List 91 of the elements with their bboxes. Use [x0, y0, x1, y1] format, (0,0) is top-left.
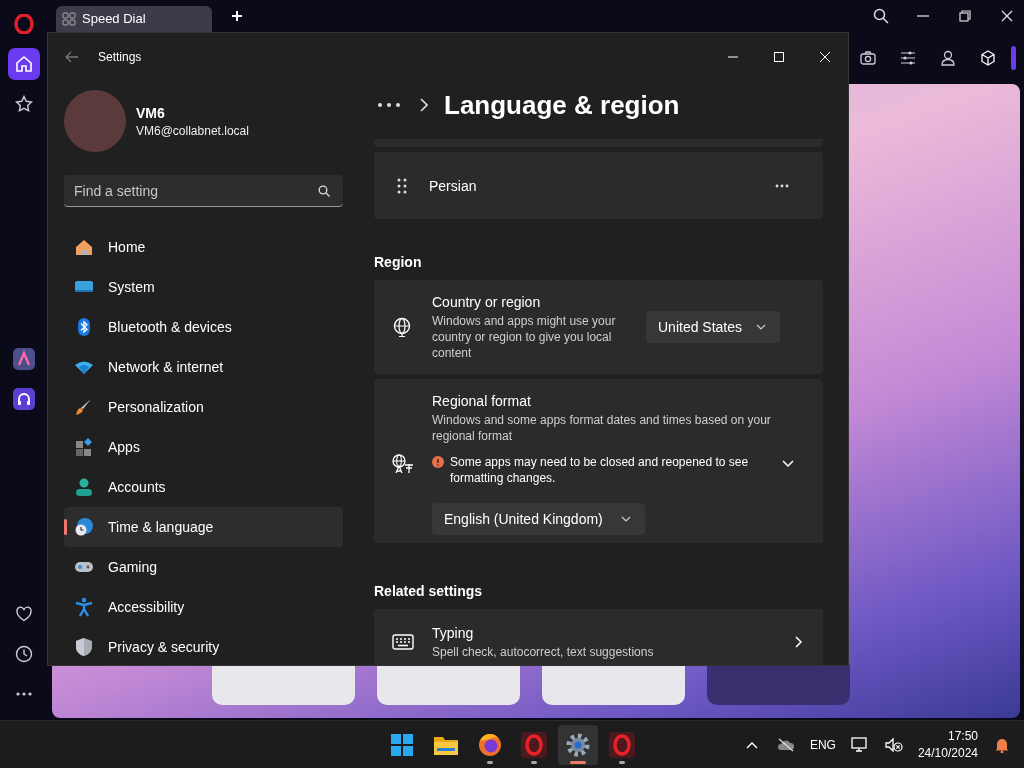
- window-title: Settings: [98, 50, 142, 64]
- search-icon: [318, 185, 330, 197]
- caret-up-icon: [745, 740, 758, 749]
- monitor-icon: [850, 736, 869, 753]
- globe-icon: [392, 317, 412, 337]
- speed-dial-tile[interactable]: [707, 665, 850, 705]
- speed-dial-tile[interactable]: [377, 665, 520, 705]
- keyboard-icon: [392, 634, 414, 650]
- maximize-icon: [774, 52, 784, 62]
- clock-icon: [15, 645, 33, 663]
- person-icon: [941, 50, 955, 66]
- nav-item[interactable]: Network & internet: [64, 347, 343, 387]
- drag-handle-icon: [397, 177, 407, 194]
- user-name: VM6: [136, 104, 166, 121]
- nav-item[interactable]: Home: [64, 227, 343, 267]
- minimize-icon: [728, 56, 738, 58]
- chevron-right-icon: [795, 636, 803, 648]
- warning-text: Some apps may need to be closed and reopened to see formatting changes.: [450, 454, 750, 486]
- opera-logo-icon: [14, 14, 34, 34]
- chevron-down-icon: [756, 324, 767, 330]
- setting-description: Spell check, autocorrect, text suggestions: [432, 643, 654, 660]
- aria-app-icon: [13, 348, 35, 370]
- nav-item[interactable]: Time & language: [64, 507, 343, 547]
- restore-icon: [959, 10, 971, 22]
- home-icon: [15, 55, 33, 73]
- nav-item[interactable]: Apps: [64, 427, 343, 467]
- language-name: Persian: [429, 177, 477, 194]
- user-email: VM6@collabnet.local: [136, 123, 249, 138]
- paintbrush-icon: [74, 397, 94, 417]
- shield-icon: [74, 637, 94, 657]
- more-icon: [775, 183, 789, 188]
- plus-icon: [231, 10, 243, 22]
- nav-item[interactable]: Bluetooth & devices: [64, 307, 343, 347]
- close-icon: [1001, 10, 1013, 22]
- camera-icon: [860, 51, 876, 65]
- setting-description: Windows and some apps format dates and times based on your regional format: [432, 412, 772, 444]
- typing-link[interactable]: Typing Spell check, autocorrect, text suggestions: [374, 609, 823, 665]
- headphones-app-icon: [13, 388, 35, 410]
- taskbar-app[interactable]: [558, 724, 598, 765]
- bell-icon: [995, 736, 1009, 753]
- speed-dial-tile[interactable]: [542, 665, 685, 705]
- format-dropdown[interactable]: English (United Kingdom): [432, 503, 645, 535]
- setting-description: Windows and apps might use your country or region to give you local content: [432, 312, 617, 361]
- chevron-down-icon: [782, 460, 794, 468]
- grid-icon: [62, 11, 76, 26]
- home-icon: [74, 237, 94, 257]
- country-dropdown[interactable]: United States: [646, 311, 781, 343]
- nav-item[interactable]: System: [64, 267, 343, 307]
- sidebar-button[interactable]: [8, 48, 40, 80]
- person-icon: [74, 477, 94, 497]
- setting-title: Regional format: [432, 393, 532, 409]
- nav-item[interactable]: Gaming: [64, 547, 343, 587]
- language-format-icon: [392, 454, 414, 474]
- windows-start-icon: [389, 731, 415, 758]
- page-title: Language & region: [444, 89, 680, 121]
- more-icon: [15, 691, 33, 697]
- setting-title: Country or region: [432, 293, 542, 310]
- input-language-button[interactable]: ENG: [805, 724, 840, 765]
- globe-clock-icon: [74, 517, 94, 537]
- close-icon: [820, 52, 830, 62]
- scroll-indicator: [1011, 46, 1016, 70]
- browser-tab[interactable]: Speed Dial: [56, 5, 212, 32]
- opera-icon: [521, 731, 547, 758]
- back-arrow-icon: [65, 51, 79, 63]
- nav-item[interactable]: Accounts: [64, 467, 343, 507]
- speed-dial-tile[interactable]: [212, 665, 355, 705]
- more-icon: [378, 103, 400, 107]
- speaker-muted-icon: [884, 736, 903, 753]
- section-heading: Region: [374, 254, 423, 270]
- setting-title: Typing: [432, 624, 475, 641]
- accessibility-icon: [74, 597, 94, 617]
- opera-icon: [609, 731, 635, 758]
- search-field[interactable]: Find a setting: [64, 175, 343, 207]
- star-icon: [15, 95, 33, 113]
- nav-item[interactable]: Personalization: [64, 387, 343, 427]
- cube-icon: [980, 50, 996, 66]
- heart-icon: [15, 605, 33, 623]
- minimize-icon: [917, 15, 929, 17]
- sliders-icon: [900, 51, 916, 65]
- nav-item[interactable]: Accessibility: [64, 587, 343, 627]
- chevron-right-icon: [420, 98, 428, 112]
- search-icon: [873, 8, 889, 24]
- nav-item[interactable]: Privacy & security: [64, 627, 343, 665]
- warning-icon: [432, 456, 444, 468]
- clock-button[interactable]: 17:50 24/10/2024: [913, 724, 982, 765]
- firefox-icon: [477, 731, 503, 758]
- chevron-down-icon: [620, 516, 631, 522]
- gear-icon: [565, 731, 591, 758]
- cloud-off-icon: [776, 737, 795, 752]
- apps-icon: [74, 437, 94, 457]
- section-heading: Related settings: [374, 583, 484, 599]
